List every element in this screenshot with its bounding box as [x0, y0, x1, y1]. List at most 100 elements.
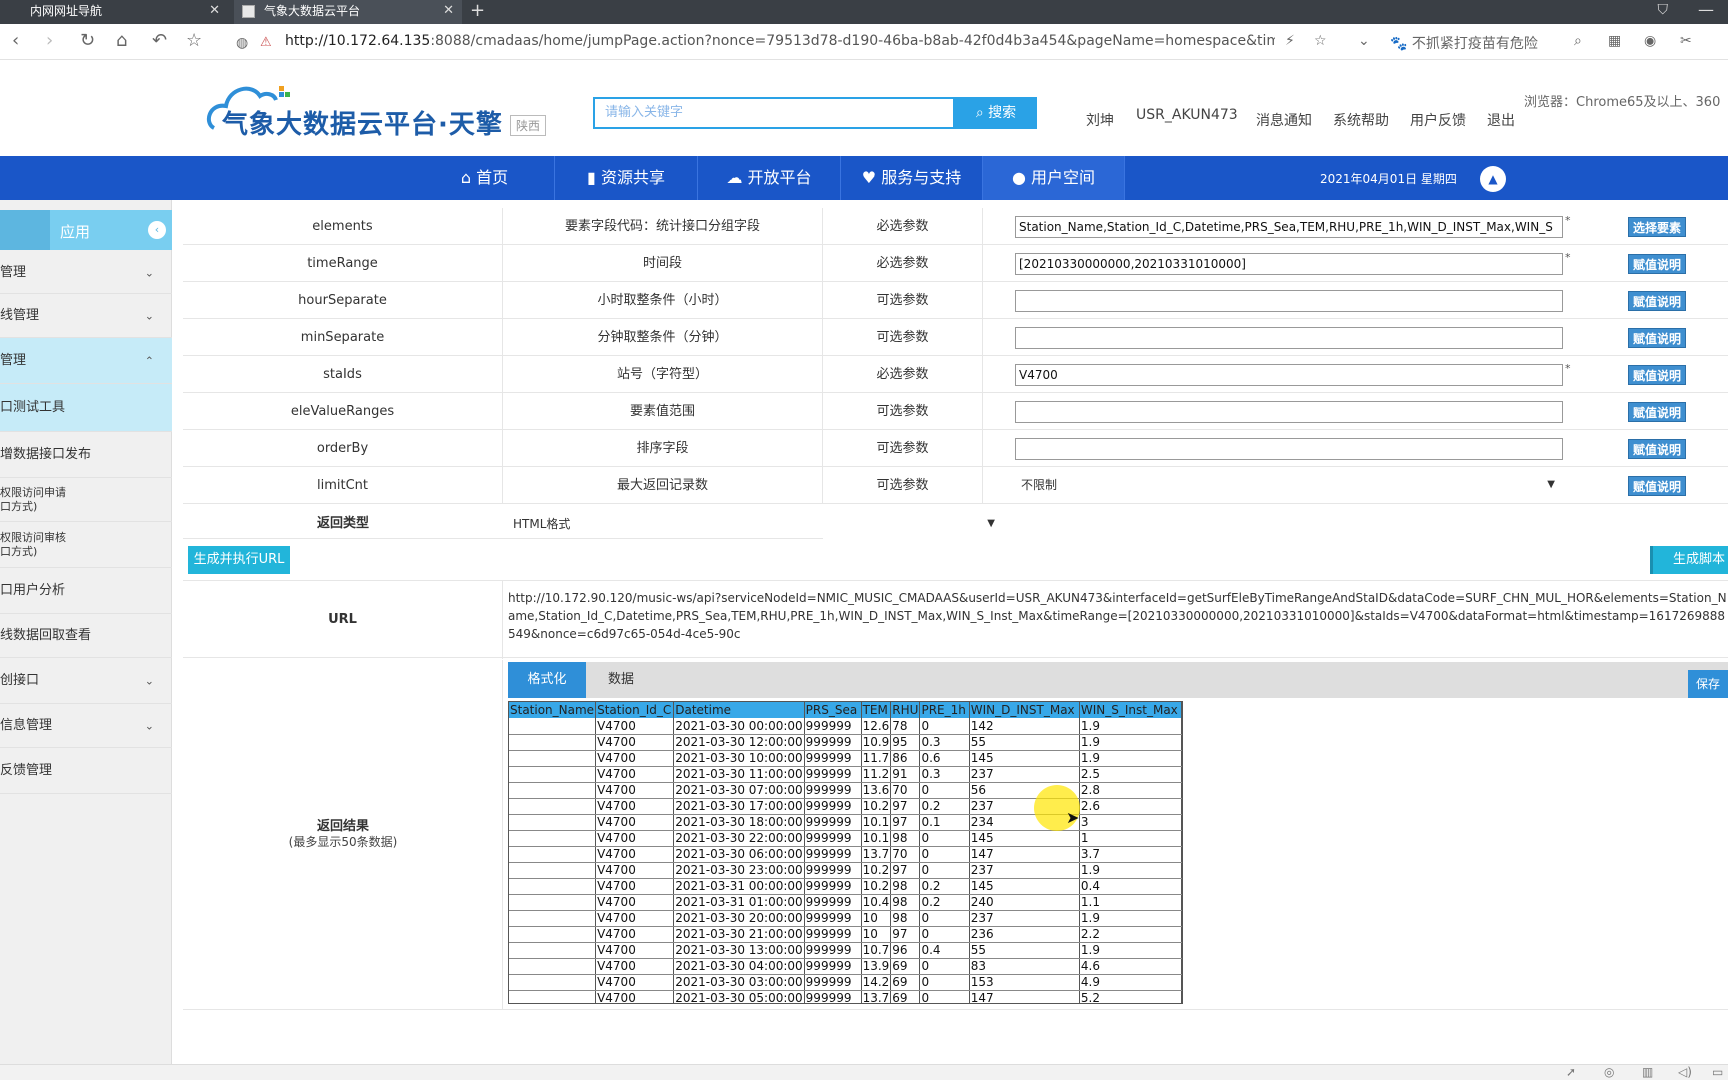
help-link[interactable]: 系统帮助	[1333, 110, 1389, 130]
tab-formatted[interactable]: 格式化	[508, 662, 586, 698]
back-icon[interactable]: ‹	[12, 32, 19, 50]
nav-service[interactable]: ♥ 服务与支持	[841, 156, 983, 200]
tab-title: 气象大数据云平台	[264, 4, 361, 18]
scissors-icon[interactable]: ✂	[1680, 33, 1692, 49]
sidebar-item[interactable]: 口用户分析	[0, 568, 172, 614]
user-id[interactable]: USR_AKUN473	[1136, 107, 1238, 123]
tab-data[interactable]: 数据	[586, 662, 656, 698]
chevron-down-icon: ⌄	[144, 309, 154, 322]
nav-resources[interactable]: ▮ 资源共享	[555, 156, 698, 200]
trash-icon[interactable]: ▥	[1642, 1065, 1653, 1079]
table-row: V4700 2021-03-31 00:00:00 999999 10.2 98 0.2 1…	[509, 878, 1182, 895]
apps-icon[interactable]: ▦	[1608, 33, 1621, 49]
minimize-icon[interactable]: —	[1698, 0, 1714, 19]
station-ids-input[interactable]: V4700	[1015, 364, 1563, 386]
table-cell: V4700	[595, 846, 675, 863]
table-cell	[509, 846, 597, 863]
sidebar-item[interactable]: 增数据接口发布	[0, 432, 172, 478]
sidebar-item[interactable]: 线数据回取查看	[0, 614, 172, 658]
shirt-icon[interactable]: ⛉	[1658, 2, 1669, 18]
bookmark-star-icon[interactable]: ☆	[1314, 33, 1327, 49]
logout-link[interactable]: 退出	[1487, 110, 1515, 130]
close-icon[interactable]: ✕	[209, 0, 220, 22]
chevron-down-icon[interactable]: ⌄	[1358, 33, 1370, 49]
param-name: elements	[183, 208, 503, 245]
collapse-icon[interactable]: ‹	[148, 221, 166, 239]
elements-input[interactable]: Station_Name,Station_Id_C,Datetime,PRS_S…	[1015, 216, 1563, 238]
value-help-button[interactable]: 赋值说明	[1628, 365, 1686, 385]
shield-icon[interactable]: ◍	[236, 34, 248, 52]
browser-tab-active[interactable]: 气象大数据云平台 ✕	[234, 0, 462, 24]
volume-icon[interactable]: ◁)	[1678, 1065, 1692, 1079]
hour-separate-input[interactable]	[1015, 290, 1563, 312]
chevron-up-icon[interactable]: ▲	[1480, 166, 1506, 192]
rocket-icon[interactable]: ➚	[1566, 1065, 1576, 1079]
star-icon[interactable]: ☆	[186, 32, 202, 50]
news-ticker[interactable]: 🐾 不抓紧打疫苗有危险	[1390, 33, 1538, 53]
url-input[interactable]: http://10.172.64.135:8088/cmadaas/home/j…	[285, 33, 1275, 49]
table-cell: V4700	[595, 798, 675, 815]
sidebar-item[interactable]: 信息管理 ⌄	[0, 704, 172, 748]
messages-link[interactable]: 消息通知	[1256, 110, 1312, 130]
table-cell: 0	[919, 910, 970, 927]
table-cell: 147	[969, 846, 1080, 863]
required-mark: *	[1565, 251, 1571, 264]
search-icon[interactable]: ⌕	[1574, 33, 1582, 49]
nav-user-space[interactable]: ● 用户空间	[983, 156, 1125, 200]
value-help-button[interactable]: 赋值说明	[1628, 254, 1686, 274]
table-cell: 237	[969, 862, 1080, 879]
order-by-input[interactable]	[1015, 438, 1563, 460]
url-row: URL http://10.172.90.120/music-ws/api?se…	[183, 580, 1728, 659]
limit-count-select[interactable]: 不限制 ▼	[1015, 475, 1563, 497]
sidebar-item[interactable]: 权限访问申请 口方式)	[0, 478, 172, 522]
value-help-button[interactable]: 赋值说明	[1628, 476, 1686, 496]
home-icon[interactable]: ⌂	[116, 32, 127, 50]
generate-script-button[interactable]: 生成脚本	[1650, 546, 1728, 574]
browser-icon[interactable]: ◉	[1644, 33, 1656, 49]
param-desc: 排序字段	[503, 430, 823, 467]
table-cell	[509, 894, 597, 911]
nav-home[interactable]: ⌂ 首页	[415, 156, 555, 200]
window-icon[interactable]: ▭	[1712, 1065, 1723, 1079]
sidebar-item-expanded[interactable]: 管理 ⌃	[0, 338, 172, 384]
undo-icon[interactable]: ↶	[152, 32, 167, 50]
table-cell	[509, 974, 597, 991]
value-help-button[interactable]: 赋值说明	[1628, 291, 1686, 311]
sidebar-item[interactable]: 管理 ⌄	[0, 252, 172, 294]
table-cell: 240	[969, 894, 1080, 911]
browser-tab[interactable]: 内网网址导航 ✕	[0, 0, 228, 24]
nav-open-platform[interactable]: ☁ 开放平台	[698, 156, 841, 200]
param-row: eleValueRanges 要素值范围 可选参数 赋值说明	[183, 393, 1728, 430]
sidebar-item[interactable]: 创接口 ⌄	[0, 658, 172, 704]
sidebar-item[interactable]: 反馈管理	[0, 748, 172, 794]
refresh-icon[interactable]: ◎	[1604, 1065, 1614, 1079]
sidebar-item[interactable]: 线管理 ⌄	[0, 294, 172, 338]
feedback-link[interactable]: 用户反馈	[1410, 110, 1466, 130]
generated-url-textarea[interactable]: http://10.172.90.120/music-ws/api?servic…	[508, 589, 1728, 651]
reload-icon[interactable]: ↻	[80, 32, 95, 50]
save-file-button[interactable]: 保存文	[1688, 670, 1728, 698]
user-name[interactable]: 刘坤	[1086, 110, 1114, 130]
min-separate-input[interactable]	[1015, 327, 1563, 349]
select-elements-button[interactable]: 选择要素	[1628, 217, 1686, 237]
new-tab-button[interactable]: +	[470, 0, 485, 22]
ele-value-ranges-input[interactable]	[1015, 401, 1563, 423]
time-range-input[interactable]: [20210330000000,20210331010000]	[1015, 253, 1563, 275]
table-row: V4700 2021-03-30 12:00:00 999999 10.9 95 0.3 5…	[509, 734, 1182, 751]
close-icon[interactable]: ✕	[443, 0, 454, 22]
table-cell: 999999	[804, 894, 862, 911]
sidebar-item-active[interactable]: 口测试工具	[0, 384, 172, 432]
generate-execute-url-button[interactable]: 生成并执行URL	[188, 546, 290, 574]
search-button[interactable]: ⌕ 搜索	[955, 97, 1037, 129]
sidebar-item[interactable]: 权限访问审核 口方式)	[0, 522, 172, 568]
table-cell: 12.6	[861, 718, 892, 735]
return-type-select[interactable]: HTML格式 ▼	[503, 513, 1003, 535]
value-help-button[interactable]: 赋值说明	[1628, 402, 1686, 422]
search-input[interactable]: 请输入关键字	[593, 97, 955, 129]
table-cell	[509, 990, 597, 1003]
value-help-button[interactable]: 赋值说明	[1628, 328, 1686, 348]
limit-count-value: 不限制	[1021, 478, 1058, 492]
value-help-button[interactable]: 赋值说明	[1628, 439, 1686, 459]
lightning-icon[interactable]: ⚡	[1285, 33, 1295, 49]
forward-icon[interactable]: ›	[46, 32, 53, 50]
